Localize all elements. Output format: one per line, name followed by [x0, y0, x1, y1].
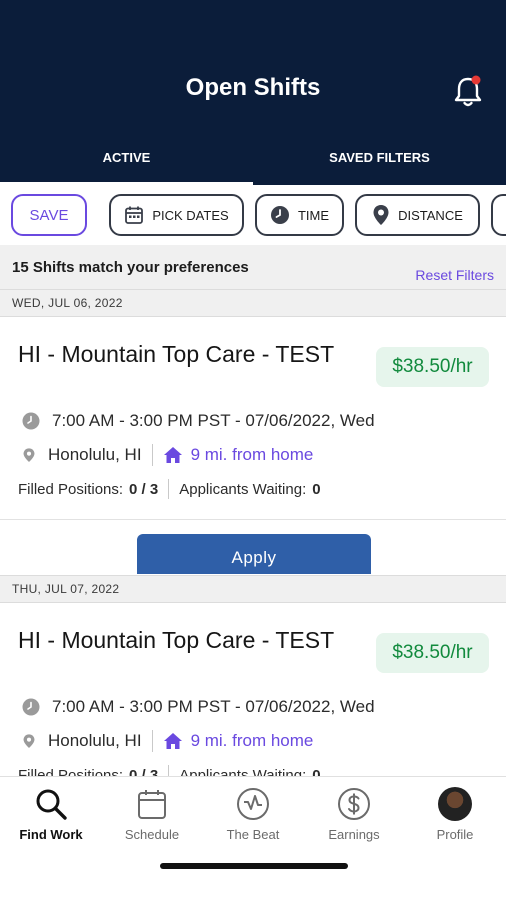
distance-text: 9 mi. from home: [190, 731, 314, 750]
divider: [151, 730, 153, 752]
distance-filter-button[interactable]: DISTANCE: [355, 194, 480, 236]
shift-title: HI - Mountain Top Care - TEST: [18, 341, 335, 367]
pick-dates-button[interactable]: PICK DATES: [109, 194, 244, 236]
shift-time-row: 7:00 AM - 3:00 PM PST - 07/06/2022, Wed: [22, 697, 375, 717]
location-pin-icon: [23, 448, 35, 462]
app-header: Open Shifts ACTIVE SAVED FILTERS: [0, 0, 506, 185]
nav-label: Earnings: [328, 827, 380, 842]
tab-active[interactable]: ACTIVE: [0, 148, 253, 185]
shift-location-row: Honolulu, HI 9 mi. from home: [22, 444, 313, 466]
shift-card[interactable]: HI - Mountain Top Care - TEST $38.50/hr …: [0, 317, 506, 575]
clock-icon: [22, 698, 40, 716]
page-title: Open Shifts: [185, 74, 321, 101]
date-header: WED, JUL 06, 2022: [0, 289, 506, 317]
nav-earnings[interactable]: Earnings: [304, 787, 404, 842]
avatar: [438, 787, 472, 821]
dollar-icon: [338, 788, 370, 820]
nav-label: Profile: [436, 827, 474, 842]
pay-rate-badge: $38.50/hr: [376, 633, 489, 673]
nav-label: Schedule: [124, 827, 180, 842]
location-pin-icon: [23, 734, 35, 748]
reset-filters-link[interactable]: Reset Filters: [415, 267, 494, 283]
bottom-navigation: Find Work Schedule The Beat Earnings Pro…: [0, 776, 506, 900]
shift-location-text: Honolulu, HI: [48, 731, 142, 750]
location-pin-icon: [373, 205, 389, 225]
filled-positions-value: 0 / 3: [129, 766, 159, 777]
nav-find-work[interactable]: Find Work: [1, 787, 101, 842]
card-divider: [0, 519, 506, 520]
calendar-icon: [125, 206, 144, 224]
shift-title: HI - Mountain Top Care - TEST: [18, 627, 335, 653]
distance-label: DISTANCE: [398, 207, 463, 223]
shift-location-row: Honolulu, HI 9 mi. from home: [22, 730, 313, 752]
tab-bar: ACTIVE SAVED FILTERS: [0, 148, 506, 185]
divider: [168, 479, 170, 499]
notifications-bell-icon[interactable]: [452, 74, 484, 108]
applicants-waiting-value: 0: [312, 766, 321, 777]
divider: [151, 444, 153, 466]
filled-positions-value: 0 / 3: [129, 480, 159, 498]
pick-dates-label: PICK DATES: [152, 207, 229, 223]
save-filter-button[interactable]: SAVE: [11, 194, 87, 236]
distance-text: 9 mi. from home: [190, 445, 314, 464]
more-filters-button[interactable]: [491, 194, 506, 236]
filled-positions-label: Filled Positions:: [18, 766, 124, 777]
search-icon: [36, 789, 67, 820]
clock-icon: [22, 412, 40, 430]
nav-label: Find Work: [19, 827, 83, 842]
positions-row: Filled Positions: 0 / 3 Applicants Waiti…: [18, 765, 321, 776]
home-indicator: [160, 863, 348, 869]
filter-bar: SAVE PICK DATES TIME DISTANCE: [0, 185, 506, 245]
notification-dot: [471, 75, 481, 85]
shift-location-text: Honolulu, HI: [48, 445, 142, 464]
clock-icon: [270, 206, 289, 224]
nav-label: The Beat: [226, 827, 280, 842]
home-icon: [163, 733, 182, 749]
applicants-waiting-label: Applicants Waiting:: [179, 766, 307, 777]
tab-saved-filters[interactable]: SAVED FILTERS: [253, 148, 506, 185]
positions-row: Filled Positions: 0 / 3 Applicants Waiti…: [18, 479, 321, 499]
results-summary-bar: 15 Shifts match your preferences Reset F…: [0, 245, 506, 289]
shift-time-row: 7:00 AM - 3:00 PM PST - 07/06/2022, Wed: [22, 411, 375, 431]
time-label: TIME: [297, 207, 330, 223]
beat-icon: [237, 788, 269, 820]
distance-from-home: 9 mi. from home: [163, 445, 314, 465]
time-filter-button[interactable]: TIME: [255, 194, 344, 236]
shift-card[interactable]: HI - Mountain Top Care - TEST $38.50/hr …: [0, 603, 506, 776]
nav-the-beat[interactable]: The Beat: [203, 787, 303, 842]
date-header: THU, JUL 07, 2022: [0, 575, 506, 603]
shift-time-text: 7:00 AM - 3:00 PM PST - 07/06/2022, Wed: [52, 411, 375, 430]
apply-button[interactable]: Apply: [137, 534, 371, 574]
applicants-waiting-label: Applicants Waiting:: [179, 480, 307, 498]
nav-profile[interactable]: Profile: [405, 787, 505, 842]
save-label: SAVE: [29, 206, 69, 224]
distance-from-home: 9 mi. from home: [163, 731, 314, 751]
home-icon: [163, 447, 182, 463]
nav-schedule[interactable]: Schedule: [102, 787, 202, 842]
shift-time-text: 7:00 AM - 3:00 PM PST - 07/06/2022, Wed: [52, 697, 375, 716]
divider: [168, 765, 170, 776]
pay-rate-badge: $38.50/hr: [376, 347, 489, 387]
applicants-waiting-value: 0: [312, 480, 321, 498]
calendar-icon: [138, 790, 166, 819]
match-count-text: 15 Shifts match your preferences: [12, 259, 249, 276]
filled-positions-label: Filled Positions:: [18, 480, 124, 498]
